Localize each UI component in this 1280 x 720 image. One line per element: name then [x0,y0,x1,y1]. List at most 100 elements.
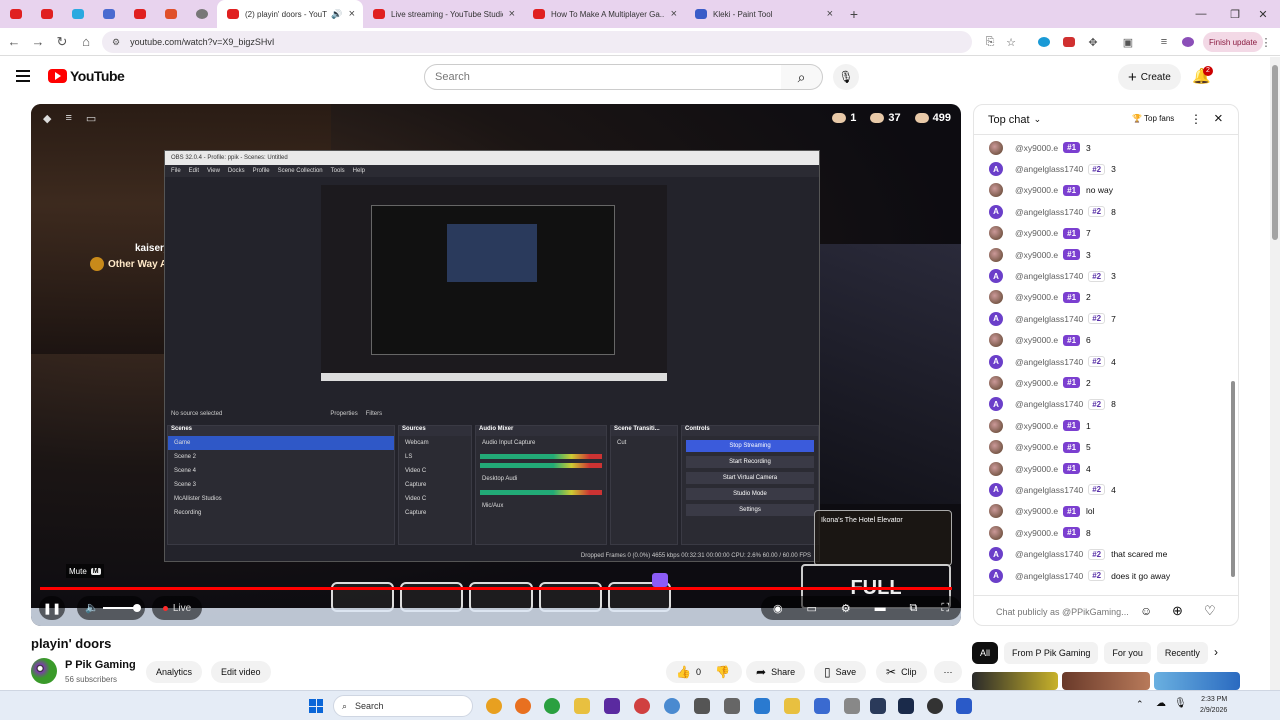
subtitles-icon[interactable]: ▭ [806,602,816,615]
chip-from-channel[interactable]: From P Pik Gaming [1004,642,1099,664]
chat-username[interactable]: @angelglass1740 [1015,271,1083,281]
close-window-icon[interactable]: ✕ [1246,0,1280,28]
app-taskbar-icon[interactable] [870,698,886,714]
share-button[interactable]: ➦ Share [746,661,806,683]
chat-username[interactable]: @xy9000.e [1015,464,1058,474]
minimize-window-icon[interactable]: — [1184,0,1218,28]
bookmark-star-icon[interactable]: ☆ [1003,34,1019,50]
chat-message[interactable]: @xy9000.e #1 6 [974,330,1230,351]
chat-user-avatar[interactable] [989,504,1003,519]
settings-gear-icon[interactable]: ⚙ [841,602,851,615]
live-indicator[interactable]: Live [152,596,202,620]
close-tab-icon[interactable]: × [671,8,677,20]
page-scrollbar[interactable] [1270,57,1280,690]
chip-all[interactable]: All [972,642,999,664]
chat-message[interactable]: @xy9000.e #1 5 [974,436,1230,457]
like-dislike-button[interactable]: 👍 0 👎 [666,661,742,683]
pinned-tab-youtube-2[interactable] [31,0,62,28]
chat-user-avatar[interactable] [989,140,1003,155]
add-icon[interactable]: ⊕ [1172,603,1183,619]
chat-username[interactable]: @angelglass1740 [1015,485,1083,495]
chat-user-avatar[interactable]: A [989,354,1003,369]
chat-username[interactable]: @xy9000.e [1015,250,1058,260]
reading-list-icon[interactable]: ≡ [1156,34,1172,50]
chat-user-avatar[interactable]: A [989,397,1003,412]
volume-control[interactable]: 🔈 [77,596,145,620]
close-tab-icon[interactable]: × [349,8,355,20]
tab-playin-doors[interactable]: (2) playin' doors - YouTube 🔊 × [217,0,363,28]
analytics-button[interactable]: Analytics [146,661,203,683]
fullscreen-icon[interactable]: ⛶ [941,602,949,615]
tab-multiplayer-guide[interactable]: How To Make A Multiplayer Ga... × [523,0,685,28]
chat-user-avatar[interactable] [989,183,1003,198]
pinned-tab-app-3[interactable] [155,0,186,28]
save-button[interactable]: ▯ Save [814,661,867,683]
chat-username[interactable]: @angelglass1740 [1015,164,1083,174]
chat-user-avatar[interactable] [989,461,1003,476]
steam-taskbar-icon[interactable] [898,698,914,714]
chat-message[interactable]: @xy9000.e #1 8 [974,522,1230,543]
emoji-icon[interactable]: ☺ [1140,604,1152,618]
address-bar[interactable]: ⚙ youtube.com/watch?v=X9_bigzSHvI [102,31,972,53]
chat-scrollbar[interactable] [1231,141,1237,585]
chat-user-avatar[interactable]: A [989,162,1003,177]
chat-user-avatar[interactable] [989,440,1003,455]
chip-recently[interactable]: Recently [1156,642,1208,664]
app-taskbar-icon[interactable] [604,698,620,714]
chevron-right-icon[interactable]: › [1214,645,1218,659]
related-thumbnail[interactable] [972,672,1058,690]
volume-slider-handle[interactable] [133,604,141,612]
profile-icon[interactable] [1180,34,1196,50]
install-app-icon[interactable]: ⎘ [982,34,998,50]
finish-update-button[interactable]: Finish update [1203,32,1264,52]
settings-taskbar-icon[interactable] [694,698,710,714]
voice-search-button[interactable]: 🎙 [833,64,859,90]
extension-icon[interactable] [1061,34,1077,50]
reload-icon[interactable]: ↻ [50,34,74,50]
taskbar-search[interactable]: ⌕ Search [333,695,473,717]
top-fans-button[interactable]: 🏆 Top fans [1132,114,1174,123]
chat-username[interactable]: @xy9000.e [1015,442,1058,452]
video-player[interactable]: ◆ ≡ ▭ 1 37 499 kaiser_l Other Way Ar OBS… [31,104,961,626]
chat-message[interactable]: @xy9000.e #1 2 [974,372,1230,393]
pinned-tab-app[interactable] [62,0,93,28]
chat-message[interactable]: @xy9000.e #1 4 [974,458,1230,479]
theater-mode-icon[interactable]: ▬ [875,602,886,614]
chat-username[interactable]: @angelglass1740 [1015,207,1083,217]
chat-username[interactable]: @xy9000.e [1015,228,1058,238]
video-progress-bar[interactable] [40,587,952,590]
browser-taskbar-icon[interactable] [664,698,680,714]
chat-username[interactable]: @xy9000.e [1015,185,1058,195]
close-tab-icon[interactable]: × [827,8,833,20]
chat-message[interactable]: A @angelglass1740 #2 4 [974,479,1230,500]
audio-playing-icon[interactable]: 🔊 [331,9,342,20]
chat-message[interactable]: A @angelglass1740 #2 8 [974,201,1230,222]
chat-username[interactable]: @xy9000.e [1015,378,1058,388]
chat-message[interactable]: A @angelglass1740 #2 does it go away [974,565,1230,586]
app-taskbar-icon[interactable] [844,698,860,714]
chat-user-avatar[interactable] [989,290,1003,305]
volume-slider-track[interactable] [103,607,137,609]
channel-avatar[interactable] [31,658,57,684]
roblox-taskbar-icon[interactable] [724,698,740,714]
chat-message[interactable]: A @angelglass1740 #2 3 [974,158,1230,179]
new-tab-button[interactable]: + [841,6,867,22]
chat-more-icon[interactable]: ⋮ [1190,112,1202,126]
app-taskbar-icon[interactable] [956,698,972,714]
chat-user-avatar[interactable] [989,247,1003,262]
firefox-taskbar-icon[interactable] [515,698,531,714]
folder-taskbar-icon[interactable] [784,698,800,714]
sidebar-icon[interactable]: ▣ [1120,34,1136,50]
pause-button[interactable]: ❚❚ [39,596,65,620]
pinned-tab-app-2[interactable] [93,0,124,28]
youtube-logo[interactable]: YouTube [48,68,125,84]
pinned-tab-youtube[interactable] [0,0,31,28]
page-scrollbar-thumb[interactable] [1272,65,1278,240]
chat-username[interactable]: @angelglass1740 [1015,399,1083,409]
chat-message[interactable]: @xy9000.e #1 3 [974,244,1230,265]
tab-live-streaming[interactable]: Live streaming - YouTube Studio × [363,0,523,28]
chat-message[interactable]: A @angelglass1740 #2 8 [974,394,1230,415]
search-button[interactable]: ⌕ [781,64,823,90]
chat-username[interactable]: @xy9000.e [1015,506,1058,516]
chat-message[interactable]: A @angelglass1740 #2 3 [974,265,1230,286]
